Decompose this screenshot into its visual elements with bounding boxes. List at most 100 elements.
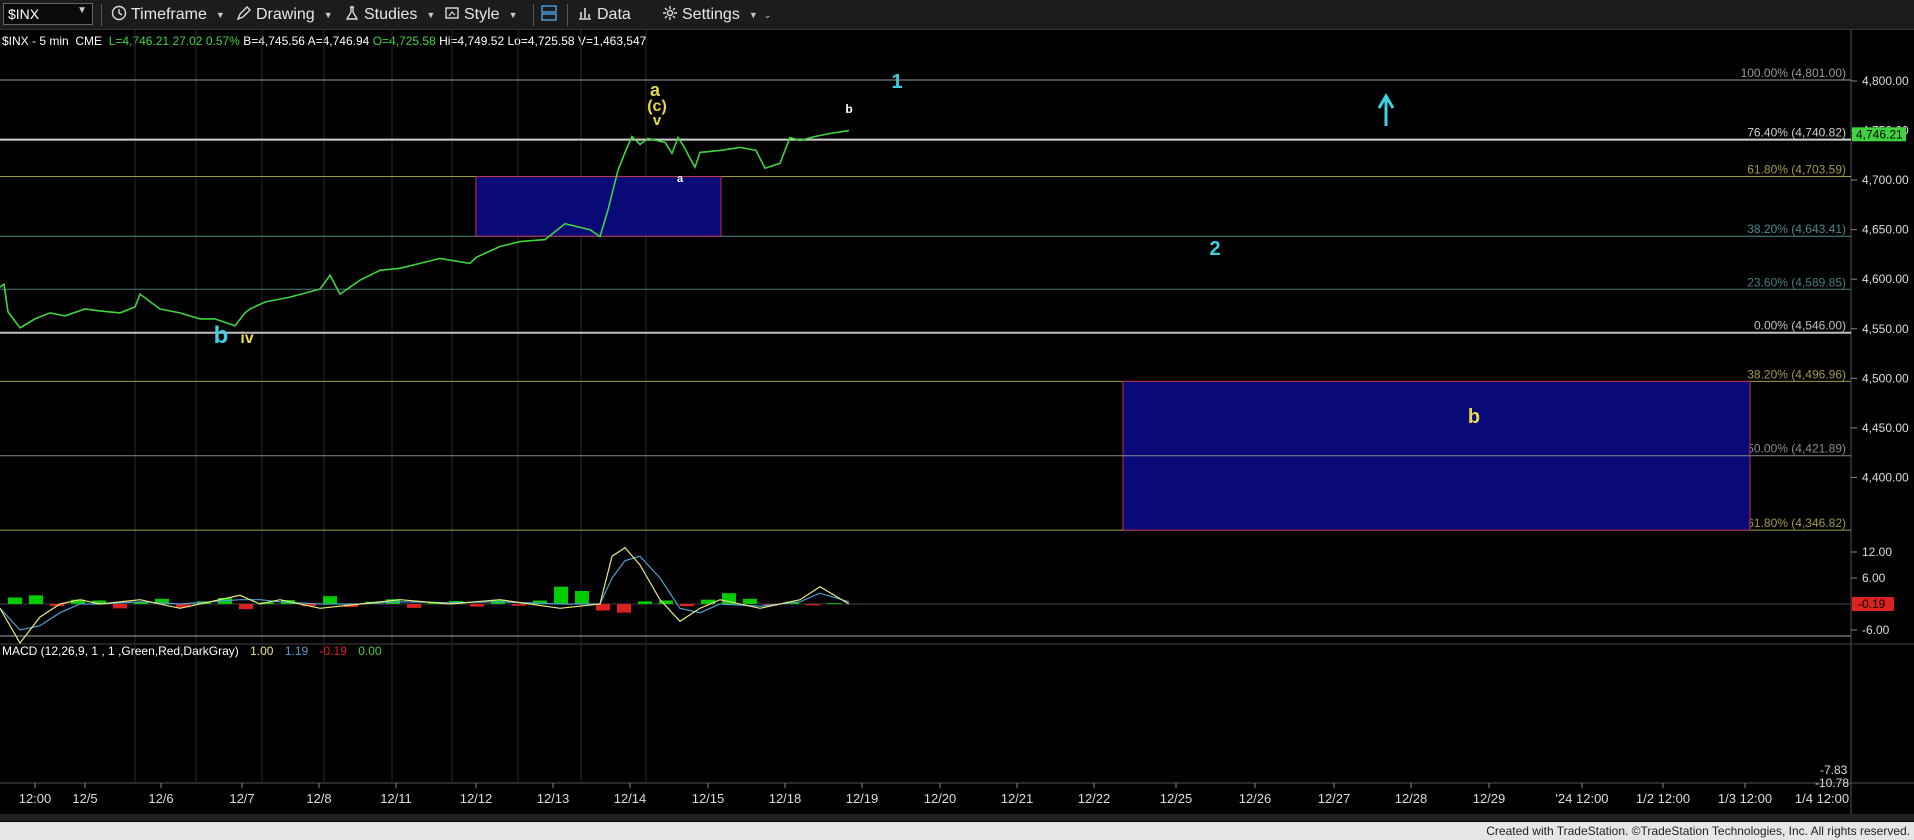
macd-histogram-bar bbox=[407, 604, 421, 608]
chevron-down-icon: ▼ bbox=[748, 10, 758, 20]
macd-tick-label: 6.00 bbox=[1862, 571, 1886, 585]
wave-label: 2 bbox=[1209, 238, 1220, 260]
macd-histogram-bar bbox=[680, 604, 694, 607]
chevron-down-icon: ▼ bbox=[215, 10, 225, 20]
settings-label: Settings bbox=[682, 6, 740, 23]
macd-zero-value: 0.00 bbox=[358, 644, 382, 658]
macd-histogram-bar bbox=[323, 596, 337, 604]
time-tick-label: 12/12 bbox=[460, 791, 493, 806]
macd-histogram-bar bbox=[743, 598, 757, 604]
price-tick-label: 4,600.00 bbox=[1862, 272, 1909, 286]
macd-histogram-bar bbox=[806, 604, 820, 606]
settings-button[interactable]: Settings ▼ ⌄ bbox=[662, 5, 771, 25]
macd-min-label: -7.83 bbox=[1820, 763, 1848, 777]
copyright-text: Created with TradeStation. ©TradeStation… bbox=[1486, 824, 1910, 838]
clock-icon bbox=[111, 5, 127, 26]
toolbar-divider bbox=[567, 4, 568, 26]
toolbar-divider bbox=[101, 4, 102, 26]
time-tick-label: 1/3 12:00 bbox=[1718, 791, 1772, 806]
time-tick-label: 1/4 12:00 bbox=[1795, 791, 1849, 806]
time-tick-label: 12:00 bbox=[19, 791, 52, 806]
drawing-button[interactable]: Drawing ▼ bbox=[236, 5, 333, 25]
price-series bbox=[0, 129, 850, 329]
symbol-input[interactable]: $INX ▼ bbox=[3, 3, 93, 25]
target-boxes bbox=[475, 176, 1751, 531]
wave-label: b bbox=[214, 322, 229, 349]
horizontal-scrollbar[interactable] bbox=[0, 814, 1914, 821]
macd-hist-value: -0.19 bbox=[320, 644, 348, 658]
time-tick-label: 12/20 bbox=[924, 791, 957, 806]
time-tick-label: 12/6 bbox=[148, 791, 173, 806]
macd-histogram-bar bbox=[827, 603, 841, 604]
style-label: Style bbox=[464, 6, 500, 23]
time-tick-label: 12/14 bbox=[614, 791, 647, 806]
layout-button[interactable] bbox=[540, 4, 558, 27]
wave-label: a bbox=[650, 80, 661, 100]
macd-histogram-bar bbox=[512, 604, 526, 606]
arrow-up-icon bbox=[1377, 93, 1395, 126]
price-axis: 4,800.004,750.004,700.004,650.004,600.00… bbox=[1851, 74, 1909, 484]
fib-level-label: 38.20% (4,643.41) bbox=[1747, 222, 1846, 236]
symbol-text: $INX bbox=[8, 6, 40, 22]
macd-signal-line bbox=[0, 555, 850, 631]
macd-histogram-bar bbox=[8, 597, 22, 604]
time-tick-label: 12/7 bbox=[229, 791, 254, 806]
price-tick-label: 4,450.00 bbox=[1862, 421, 1909, 435]
price-tick-label: 4,800.00 bbox=[1862, 74, 1909, 88]
macd-min-label: -10.78 bbox=[1815, 776, 1849, 790]
macd-signal-value: 1.19 bbox=[285, 644, 309, 658]
price-tick-label: 4,500.00 bbox=[1862, 371, 1909, 385]
overflow-icon[interactable]: ⌄ bbox=[764, 10, 772, 21]
macd-histogram-bar bbox=[554, 586, 568, 604]
macd-label: MACD (12,26,9, 1 , 1 ,Green,Red,DarkGray… bbox=[2, 644, 239, 658]
price-line bbox=[0, 129, 850, 329]
price-tick-label: 4,400.00 bbox=[1862, 470, 1909, 484]
time-tick-label: 12/25 bbox=[1160, 791, 1193, 806]
bar-chart-icon bbox=[577, 5, 593, 26]
time-tick-label: 12/29 bbox=[1473, 791, 1506, 806]
time-tick-label: 12/22 bbox=[1078, 791, 1111, 806]
time-tick-label: 12/13 bbox=[537, 791, 570, 806]
time-tick-label: 12/27 bbox=[1318, 791, 1351, 806]
symbol-dropdown-icon[interactable]: ▼ bbox=[77, 5, 87, 16]
price-tick-label: 4,650.00 bbox=[1862, 223, 1909, 237]
wave-label: a bbox=[677, 173, 684, 185]
macd-histogram-bar bbox=[239, 604, 253, 610]
macd-info: MACD (12,26,9, 1 , 1 ,Green,Red,DarkGray… bbox=[2, 644, 382, 658]
macd-histogram-bar bbox=[575, 591, 589, 604]
macd-histogram-bar bbox=[596, 604, 610, 611]
timeframe-label: Timeframe bbox=[131, 6, 207, 23]
fib-level-label: 23.60% (4,589.85) bbox=[1747, 275, 1846, 289]
fib-level-label: 100.00% (4,801.00) bbox=[1741, 66, 1846, 80]
vertical-grid bbox=[134, 30, 647, 783]
time-tick-label: '24 12:00 bbox=[1555, 791, 1608, 806]
time-tick-label: 12/5 bbox=[72, 791, 97, 806]
footer: Created with TradeStation. ©TradeStation… bbox=[0, 822, 1914, 840]
price-tick-label: 4,700.00 bbox=[1862, 173, 1909, 187]
wave-label: iv bbox=[240, 330, 253, 347]
gear-icon bbox=[662, 5, 678, 26]
macd-pane: 12.00 6.00 -6.00 -0.19 -7.83-10.78 bbox=[0, 545, 1894, 790]
fib-level-label: 0.00% (4,546.00) bbox=[1754, 319, 1846, 333]
macd-histogram-bar bbox=[638, 601, 652, 604]
fib-level-label: 76.40% (4,740.82) bbox=[1747, 126, 1846, 140]
style-icon bbox=[444, 5, 460, 26]
timeframe-button[interactable]: Timeframe ▼ bbox=[111, 5, 225, 25]
style-button[interactable]: Style ▼ bbox=[444, 5, 518, 25]
time-tick-label: 12/8 bbox=[306, 791, 331, 806]
target-zone-upper bbox=[475, 176, 722, 237]
last-price-tag-text: 4,746.21 bbox=[1856, 127, 1903, 141]
fib-level-label: 50.00% (4,421.89) bbox=[1747, 442, 1846, 456]
price-chart[interactable]: 100.00% (4,801.00) 76.40% (4,740.82) 61.80… bbox=[0, 30, 1914, 814]
data-button[interactable]: Data bbox=[577, 5, 631, 25]
studies-button[interactable]: Studies ▼ bbox=[344, 5, 435, 25]
price-tick-label: 4,550.00 bbox=[1862, 322, 1909, 336]
fib-level-label: 61.80% (4,346.82) bbox=[1747, 516, 1846, 530]
layout-icon bbox=[540, 4, 558, 27]
macd-histogram-bar bbox=[113, 604, 127, 609]
fib-level-label: 61.80% (4,703.59) bbox=[1747, 163, 1846, 177]
macd-line bbox=[0, 546, 850, 645]
wave-labels: 1a(c)vba2b ivb bbox=[214, 71, 1480, 428]
drawing-label: Drawing bbox=[256, 6, 315, 23]
chevron-down-icon: ▼ bbox=[426, 10, 436, 20]
